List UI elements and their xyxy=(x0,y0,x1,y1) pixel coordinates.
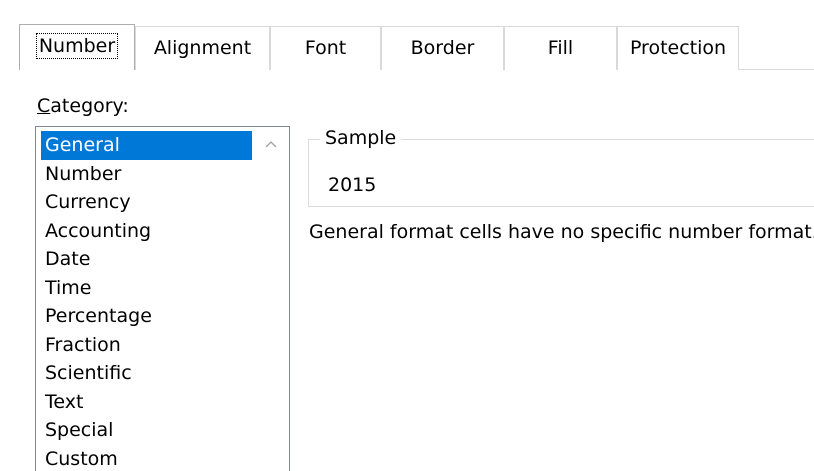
category-item-custom[interactable]: Custom xyxy=(41,445,252,471)
category-item-general[interactable]: General xyxy=(41,131,252,160)
tab-fill[interactable]: Fill xyxy=(504,26,617,70)
category-list: General Number Currency Accounting Date … xyxy=(41,131,252,471)
category-item-time[interactable]: Time xyxy=(41,274,252,303)
category-item-fraction[interactable]: Fraction xyxy=(41,331,252,360)
format-description: General format cells have no specific nu… xyxy=(309,221,814,243)
category-item-percentage[interactable]: Percentage xyxy=(41,302,252,331)
tab-alignment[interactable]: Alignment xyxy=(135,26,270,70)
format-cells-dialog: Number Alignment Font Border Fill Protec… xyxy=(0,0,814,471)
tab-label: Border xyxy=(410,37,475,59)
sample-value: 2015 xyxy=(328,174,377,196)
category-item-scientific[interactable]: Scientific xyxy=(41,359,252,388)
sample-group: Sample 2015 xyxy=(308,125,814,207)
tab-label: Fill xyxy=(547,37,574,59)
category-label-mnemonic: C xyxy=(37,95,51,117)
sample-legend: Sample xyxy=(320,125,402,151)
category-label-rest: ategory: xyxy=(50,95,129,117)
tab-strip: Number Alignment Font Border Fill Protec… xyxy=(19,24,814,70)
category-scrollbar[interactable] xyxy=(253,127,289,471)
category-listbox[interactable]: General Number Currency Accounting Date … xyxy=(35,126,290,471)
scroll-up-button[interactable] xyxy=(253,127,289,161)
tab-protection[interactable]: Protection xyxy=(617,26,739,70)
tab-label: Number xyxy=(35,33,119,59)
tab-label: Protection xyxy=(629,37,727,59)
tab-border[interactable]: Border xyxy=(381,26,504,70)
category-item-date[interactable]: Date xyxy=(41,245,252,274)
tab-label: Font xyxy=(304,37,347,59)
category-item-number[interactable]: Number xyxy=(41,160,252,189)
tab-number[interactable]: Number xyxy=(19,24,135,70)
category-label: Category: xyxy=(37,94,129,118)
category-item-text[interactable]: Text xyxy=(41,388,252,417)
category-item-currency[interactable]: Currency xyxy=(41,188,252,217)
tab-label: Alignment xyxy=(153,37,252,59)
tab-font[interactable]: Font xyxy=(270,26,381,70)
category-item-special[interactable]: Special xyxy=(41,416,252,445)
chevron-up-icon xyxy=(265,141,277,148)
category-item-accounting[interactable]: Accounting xyxy=(41,217,252,246)
